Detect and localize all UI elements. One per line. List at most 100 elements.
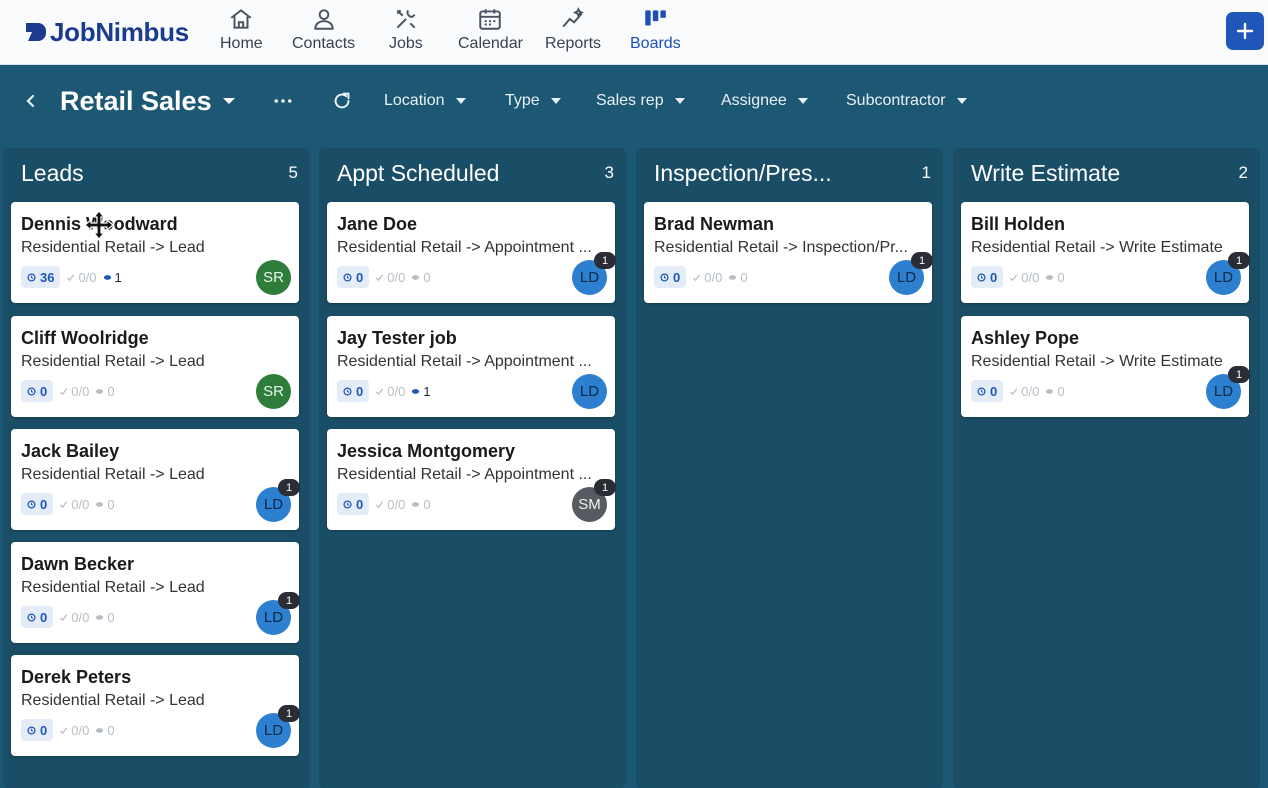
days-in-status-value: 0 <box>990 269 998 285</box>
calendar-icon <box>479 9 502 30</box>
clock-icon <box>27 725 36 735</box>
check-icon <box>60 613 68 621</box>
nav-reports-label: Reports <box>545 35 602 52</box>
board-column: Write Estimate 2 Bill Holden Residential Re… <box>953 148 1260 788</box>
job-card[interactable]: Jay Tester job Residential Retail -> Appo… <box>327 316 615 417</box>
filter-sales-rep[interactable]: Sales rep <box>596 89 686 113</box>
note-icon <box>96 614 104 620</box>
card-name[interactable]: Jessica Montgomery <box>337 441 515 462</box>
notification-badge: 1 <box>1228 366 1250 383</box>
job-card[interactable]: Bill Holden Residential Retail -> Write E… <box>961 202 1250 303</box>
filter-sales-rep-label: Sales rep <box>596 92 664 109</box>
column-count: 5 <box>288 163 298 182</box>
nav-home[interactable]: Home <box>220 6 263 58</box>
card-name[interactable]: Dawn Becker <box>21 554 134 575</box>
card-name[interactable]: Jay Tester job <box>337 328 457 349</box>
clock-icon <box>343 386 352 396</box>
card-name[interactable]: Bill Holden <box>971 214 1065 235</box>
clock-icon <box>343 499 352 509</box>
filter-subcontractor[interactable]: Subcontractor <box>846 89 968 113</box>
person-icon <box>313 9 334 30</box>
note-count-value: 0 <box>107 609 115 625</box>
days-in-status-pill: 0 <box>21 719 54 741</box>
filter-location[interactable]: Location <box>384 89 467 113</box>
card-workflow-status: Residential Retail -> Appointment ... <box>337 239 592 256</box>
job-card[interactable]: Cliff Woolridge Residential Retail -> Lea… <box>11 316 299 417</box>
card-metrics: 0 0/0 0 <box>21 606 115 628</box>
nav-calendar[interactable]: Calendar <box>458 6 523 58</box>
column-header: Inspection/Pres... 1 <box>654 158 931 188</box>
job-card[interactable]: Dennis Woodward Residential Retail -> Lea… <box>11 202 299 303</box>
clock-icon <box>660 272 669 282</box>
note-count: 1 <box>411 384 431 399</box>
clock-icon <box>27 272 36 282</box>
clock-icon <box>27 612 36 622</box>
brand-logo[interactable]: JobNimbus <box>24 17 189 47</box>
note-count: 0 <box>411 270 431 285</box>
note-icon <box>1046 388 1054 394</box>
caret-down-icon <box>674 98 685 104</box>
check-icon <box>693 273 701 281</box>
job-card[interactable]: Brad Newman Residential Retail -> Inspect… <box>644 202 933 303</box>
job-card[interactable]: Dawn Becker Residential Retail -> Lead 0 0/… <box>11 542 300 643</box>
more-options-button[interactable] <box>270 91 296 111</box>
nav-boards[interactable]: Boards <box>630 6 681 58</box>
refresh-button[interactable] <box>330 88 354 114</box>
board-title: Retail Sales <box>60 85 212 116</box>
job-card[interactable]: Ashley Pope Residential Retail -> Write E… <box>961 316 1250 417</box>
card-metrics: 0 0/0 1 <box>337 380 431 402</box>
add-button[interactable] <box>1226 12 1264 50</box>
note-count-value: 0 <box>1057 383 1065 399</box>
days-in-status-pill: 0 <box>971 266 1004 288</box>
card-workflow-status: Residential Retail -> Lead <box>21 692 205 709</box>
nav-contacts[interactable]: Contacts <box>292 6 355 58</box>
assignee-avatar[interactable]: SR <box>256 260 291 295</box>
back-button[interactable] <box>20 89 42 113</box>
note-count: 0 <box>95 497 115 512</box>
card-name[interactable]: Jane Doe <box>337 214 417 235</box>
column-title: Inspection/Pres... <box>654 159 832 186</box>
card-name[interactable]: Cliff Woolridge <box>21 328 149 349</box>
notification-badge: 1 <box>278 479 300 496</box>
note-count: 0 <box>95 609 115 625</box>
task-count-value: 0/0 <box>704 269 723 285</box>
job-card[interactable]: Jessica Montgomery Residential Retail -> … <box>327 429 616 530</box>
task-count-value: 0/0 <box>1021 269 1040 285</box>
column-count: 1 <box>921 163 931 182</box>
card-name[interactable]: Ashley Pope <box>971 328 1079 349</box>
chevron-left-icon <box>26 94 35 108</box>
task-count: 0/0 <box>59 723 89 738</box>
check-icon <box>376 273 384 281</box>
days-in-status-value: 0 <box>356 269 364 285</box>
card-name[interactable]: Jack Bailey <box>21 441 119 462</box>
clock-icon <box>343 272 352 282</box>
card-workflow-status: Residential Retail -> Appointment ... <box>337 353 592 370</box>
note-icon <box>412 388 420 394</box>
job-card[interactable]: Jack Bailey Residential Retail -> Lead 0 0/… <box>11 429 300 530</box>
task-count-value: 0/0 <box>387 496 406 512</box>
nav-reports[interactable]: Reports <box>545 6 601 58</box>
note-count: 0 <box>95 383 115 399</box>
note-count: 0 <box>411 497 431 512</box>
card-name[interactable]: Derek Peters <box>21 667 131 688</box>
task-count-value: 0/0 <box>71 609 90 625</box>
note-count-value: 0 <box>107 383 115 399</box>
check-icon <box>1010 387 1018 395</box>
assignee-avatar[interactable]: LD <box>572 374 607 409</box>
assignee-avatar[interactable]: SR <box>256 374 291 409</box>
filter-assignee[interactable]: Assignee <box>721 89 809 113</box>
board-selector[interactable]: Retail Sales <box>60 85 236 117</box>
job-card[interactable]: Derek Peters Residential Retail -> Lead 0 0… <box>11 655 300 756</box>
card-metrics: 0 0/0 0 <box>971 266 1065 288</box>
job-card[interactable]: Jane Doe Residential Retail -> Appointmen… <box>327 202 616 303</box>
note-count: 0 <box>1045 270 1065 285</box>
check-icon <box>1010 273 1018 281</box>
notification-badge: 1 <box>911 252 933 269</box>
nav-jobs[interactable]: Jobs <box>389 6 423 58</box>
days-in-status-value: 36 <box>40 269 55 285</box>
note-icon <box>96 727 104 733</box>
card-workflow-status: Residential Retail -> Lead <box>21 579 205 596</box>
days-in-status-value: 0 <box>990 383 998 399</box>
card-name[interactable]: Brad Newman <box>654 214 774 235</box>
filter-type[interactable]: Type <box>505 89 562 113</box>
